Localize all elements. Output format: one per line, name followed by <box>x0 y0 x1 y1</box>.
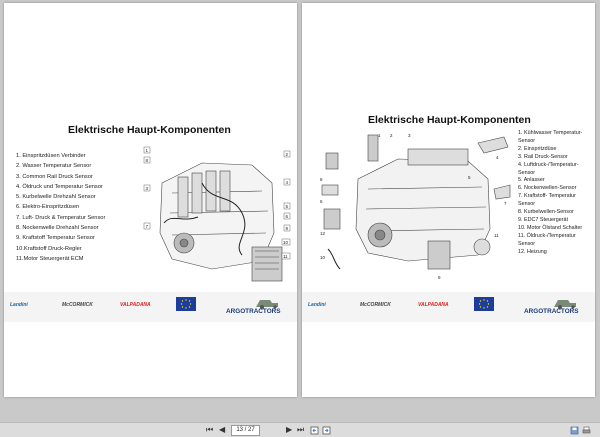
callout-label: 3 <box>408 133 411 138</box>
pdf-toolbar: ⏮ ◀ 13 / 27 ▶ ⏭ <box>0 422 600 437</box>
component-list: 1. Kühlwasser Temperatur-Sensor 2. Einsp… <box>518 130 592 257</box>
callout-label: 11 <box>494 233 499 238</box>
next-page-icon[interactable]: ▶ <box>286 425 292 435</box>
callout-label: 8 <box>320 177 323 182</box>
mccormick-logo: McCORMICK <box>360 302 391 308</box>
engine-exploded-diagram: 1 2 3 4 5 6 7 8 9 10 11 12 <box>320 133 511 280</box>
prev-page-icon[interactable]: ◀ <box>219 425 225 435</box>
list-item: 1. Kühlwasser Temperatur-Sensor <box>518 130 583 144</box>
brand-footer: Landini McCORMICK VALPADANA ARGOTRACTORS <box>302 292 595 322</box>
document-page-right: Elektrische Haupt-Komponenten 1. Kühlwas… <box>302 3 595 397</box>
callout-label: 2 <box>390 133 393 138</box>
first-page-icon[interactable]: ⏮ <box>206 425 213 435</box>
list-item: 10.Kraftstoff Druck-Regler <box>16 245 82 252</box>
list-item: 2. Einspritzdüse <box>518 145 557 152</box>
callout-label: 7 <box>504 201 507 206</box>
forward-view-icon[interactable] <box>322 426 331 435</box>
list-item: 3. Common Rail Druck Sensor <box>16 173 93 180</box>
list-item: 4. Öldruck und Temperatur Sensor <box>16 183 103 190</box>
callout-label: 4 <box>496 155 499 160</box>
engine-wiring-diagram: 1 8 2 4 3 5 6 7 9 10 11 <box>143 146 291 282</box>
print-icon[interactable] <box>582 426 591 435</box>
callout-label: 10 <box>320 255 326 260</box>
callout-label: 12 <box>320 231 326 236</box>
valpadana-logo: VALPADANA <box>418 302 449 308</box>
argo-logo: ARGOTRACTORS <box>524 296 588 318</box>
callout-label: 6 <box>320 199 323 204</box>
callout-label: 1 <box>378 133 381 138</box>
list-item: 11.Motor Steuergerät ECM <box>16 255 84 262</box>
save-icon[interactable] <box>570 426 579 435</box>
page-number-input[interactable]: 13 / 27 <box>231 425 260 436</box>
argo-logo: ARGOTRACTORS <box>226 296 290 318</box>
component-list: 1. Einspritzdüsen Verbinder 2. Wasser Te… <box>16 151 146 264</box>
list-item: 1. Einspritzdüsen Verbinder <box>16 153 86 159</box>
list-item: 12. Heizung <box>518 248 547 255</box>
list-item: 5. Anlasser <box>518 177 545 184</box>
callout-label: 9 <box>438 275 441 280</box>
list-item: 6. Nockenwellen-Sensor <box>518 185 577 192</box>
list-item: 3. Rail Druck-Sensor <box>518 153 568 160</box>
landini-logo: Landini <box>308 302 326 308</box>
list-item: 11. Öldruck-/Temperatur Sensor <box>518 232 576 247</box>
page-title: Elektrische Haupt-Komponenten <box>68 124 231 136</box>
list-item: 7. Luft- Druck & Temperatur Sensor <box>16 214 106 221</box>
callout-label: 11 <box>283 254 288 259</box>
page-title: Elektrische Haupt-Komponenten <box>368 114 531 126</box>
list-item: 8. Kurbelwellen-Sensor <box>518 209 574 216</box>
eu-flag-icon <box>474 297 494 311</box>
list-item: 8. Nockenwelle Drehzahl Sensor <box>16 225 99 232</box>
document-page-left: Elektrische Haupt-Komponenten 1. Einspri… <box>4 3 297 397</box>
landini-logo: Landini <box>10 302 28 308</box>
mccormick-logo: McCORMICK <box>62 302 93 308</box>
brand-footer: Landini McCORMICK VALPADANA ARGOTRACTORS <box>4 292 297 322</box>
list-item: 6. Elektro-Einspritzdüsen <box>16 204 80 211</box>
back-view-icon[interactable] <box>310 426 319 435</box>
list-item: 4. Luftdruck-/Temperatur-Sensor <box>518 161 579 176</box>
list-item: 9. EDC7 Steuergerät <box>518 216 569 223</box>
eu-flag-icon <box>176 297 196 311</box>
list-item: 2. Wasser Temperatur Sensor <box>16 163 92 170</box>
callout-label: 10 <box>283 240 289 245</box>
last-page-icon[interactable]: ⏭ <box>297 425 304 435</box>
list-item: 7. Kraftstoff- Temperatur Sensor <box>518 193 576 208</box>
list-item: 10. Motor Ölstand Schalter <box>518 224 583 231</box>
valpadana-logo: VALPADANA <box>120 302 151 308</box>
list-item: 5. Kurbelwelle Drehzahl Sensor <box>16 194 96 201</box>
list-item: 9. Kraftstoff Temperatur Sensor <box>16 235 95 242</box>
